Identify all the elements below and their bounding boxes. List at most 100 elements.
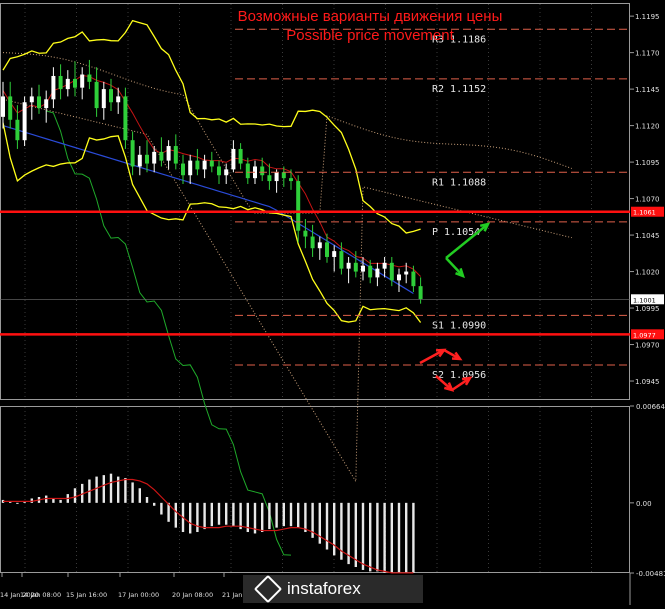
- macd-bar: [189, 502, 192, 534]
- candle-body: [173, 146, 178, 164]
- macd-bar: [138, 488, 141, 503]
- candle-body: [80, 74, 85, 88]
- candle-body: [217, 166, 221, 176]
- pivot-label-s1: S1 1.0990: [432, 320, 486, 331]
- candle-body: [123, 96, 128, 141]
- candle-body: [238, 148, 243, 164]
- candle-body: [332, 251, 337, 257]
- macd-tick-label: 0.00664: [636, 403, 665, 411]
- kijun-line: [2, 125, 414, 294]
- macd-bar: [275, 502, 278, 528]
- macd-bar: [131, 482, 134, 503]
- macd-bar: [109, 473, 113, 503]
- macd-bar: [282, 502, 285, 527]
- candle-body: [418, 286, 423, 300]
- macd-bar: [145, 497, 149, 503]
- candle-body: [188, 160, 193, 176]
- candle-body: [145, 154, 149, 164]
- candle-body: [73, 78, 77, 88]
- candle-body: [202, 160, 207, 170]
- candle-body: [231, 148, 236, 170]
- candle-body: [44, 99, 49, 109]
- candle-body: [51, 75, 56, 100]
- candle-body: [37, 96, 41, 109]
- price-tick-label: 1.0945: [635, 378, 660, 386]
- candle-body: [245, 163, 250, 179]
- macd-bar: [203, 502, 206, 530]
- macd-bar: [95, 476, 98, 503]
- candle-body: [22, 102, 27, 141]
- candle-body: [87, 74, 92, 82]
- candle-body: [101, 89, 106, 109]
- macd-bar: [73, 488, 77, 503]
- macd-bar: [369, 502, 372, 572]
- bullish-arrow-pullback: [445, 257, 464, 277]
- candle-body: [260, 166, 265, 176]
- macd-bar: [196, 502, 199, 533]
- macd-bar: [361, 502, 365, 570]
- candle-body: [339, 251, 344, 269]
- macd-signal-line: [3, 478, 414, 574]
- time-tick-label: 21 Jan: [222, 591, 242, 599]
- macd-bar: [390, 502, 393, 573]
- price-tick-label: 1.1045: [635, 232, 660, 240]
- cloud-lower-line: [2, 98, 572, 484]
- price-tick-label: 1.1070: [635, 196, 660, 204]
- current-price-label: 1.1001: [633, 296, 656, 304]
- time-tick-label: 20 Jan 08:00: [172, 591, 213, 599]
- chart-title-ru: Возможные варианты движения цены: [237, 8, 503, 25]
- price-tick-label: 1.1095: [635, 159, 660, 167]
- candle-body: [281, 172, 286, 179]
- macd-tick-label: 0.00: [636, 500, 652, 508]
- macd-bar: [354, 502, 357, 568]
- chart-title-en: Possible price movement: [286, 27, 454, 44]
- candle-body: [353, 262, 358, 272]
- pivot-label-r2: R2 1.1152: [432, 84, 486, 95]
- price-panel-frame: [0, 3, 630, 400]
- macd-bar: [297, 502, 300, 528]
- candle-body: [8, 96, 13, 120]
- candle-body: [181, 163, 185, 176]
- macd-bar: [52, 498, 55, 503]
- price-tick-label: 1.1145: [635, 86, 660, 94]
- candle-body: [397, 274, 401, 281]
- macd-bar: [412, 502, 415, 573]
- macd-bar: [16, 502, 19, 504]
- candle-body: [29, 96, 34, 103]
- macd-bar: [59, 499, 62, 503]
- candle-body: [274, 172, 279, 182]
- price-tick-label: 1.1195: [635, 13, 660, 21]
- watermark-text: instaforex: [287, 579, 361, 598]
- macd-bar: [210, 502, 213, 527]
- candle-body: [325, 242, 329, 257]
- candle-body: [310, 236, 315, 249]
- candle-body: [404, 271, 409, 275]
- candle-body: [361, 265, 365, 272]
- chart-stage: 1.1195 1.1170 1.1145 1.1120 1.1095 1.1070 1.10…: [0, 0, 665, 605]
- macd-bar: [304, 502, 307, 533]
- candle-body: [195, 160, 200, 170]
- candle-body: [296, 181, 301, 231]
- candle-body: [368, 265, 373, 278]
- macd-bar: [289, 502, 293, 527]
- candle-body: [209, 160, 214, 167]
- candle-body: [303, 230, 308, 237]
- candle-body: [159, 151, 164, 161]
- candle-body: [152, 151, 157, 164]
- candle-body: [58, 75, 63, 90]
- candle-body: [109, 89, 113, 103]
- candle-body: [116, 96, 121, 103]
- macd-bar: [268, 502, 271, 530]
- candle-body: [346, 262, 351, 269]
- macd-bar: [102, 475, 105, 503]
- price-tag-label: 1.1061: [633, 209, 656, 217]
- time-tick-label: 15 Jan 16:00: [66, 591, 107, 599]
- candle-body: [1, 96, 5, 117]
- macd-bar: [225, 502, 228, 525]
- pivot-label-r1: R1 1.1088: [432, 177, 486, 188]
- time-tick-label: 17 Jan 00:00: [118, 591, 159, 599]
- price-chart: 1.1195 1.1170 1.1145 1.1120 1.1095 1.1070 1.10…: [0, 3, 665, 605]
- macd-bar: [239, 502, 242, 530]
- macd-tick-label: -0.00481: [636, 570, 665, 578]
- candle-body: [382, 262, 387, 269]
